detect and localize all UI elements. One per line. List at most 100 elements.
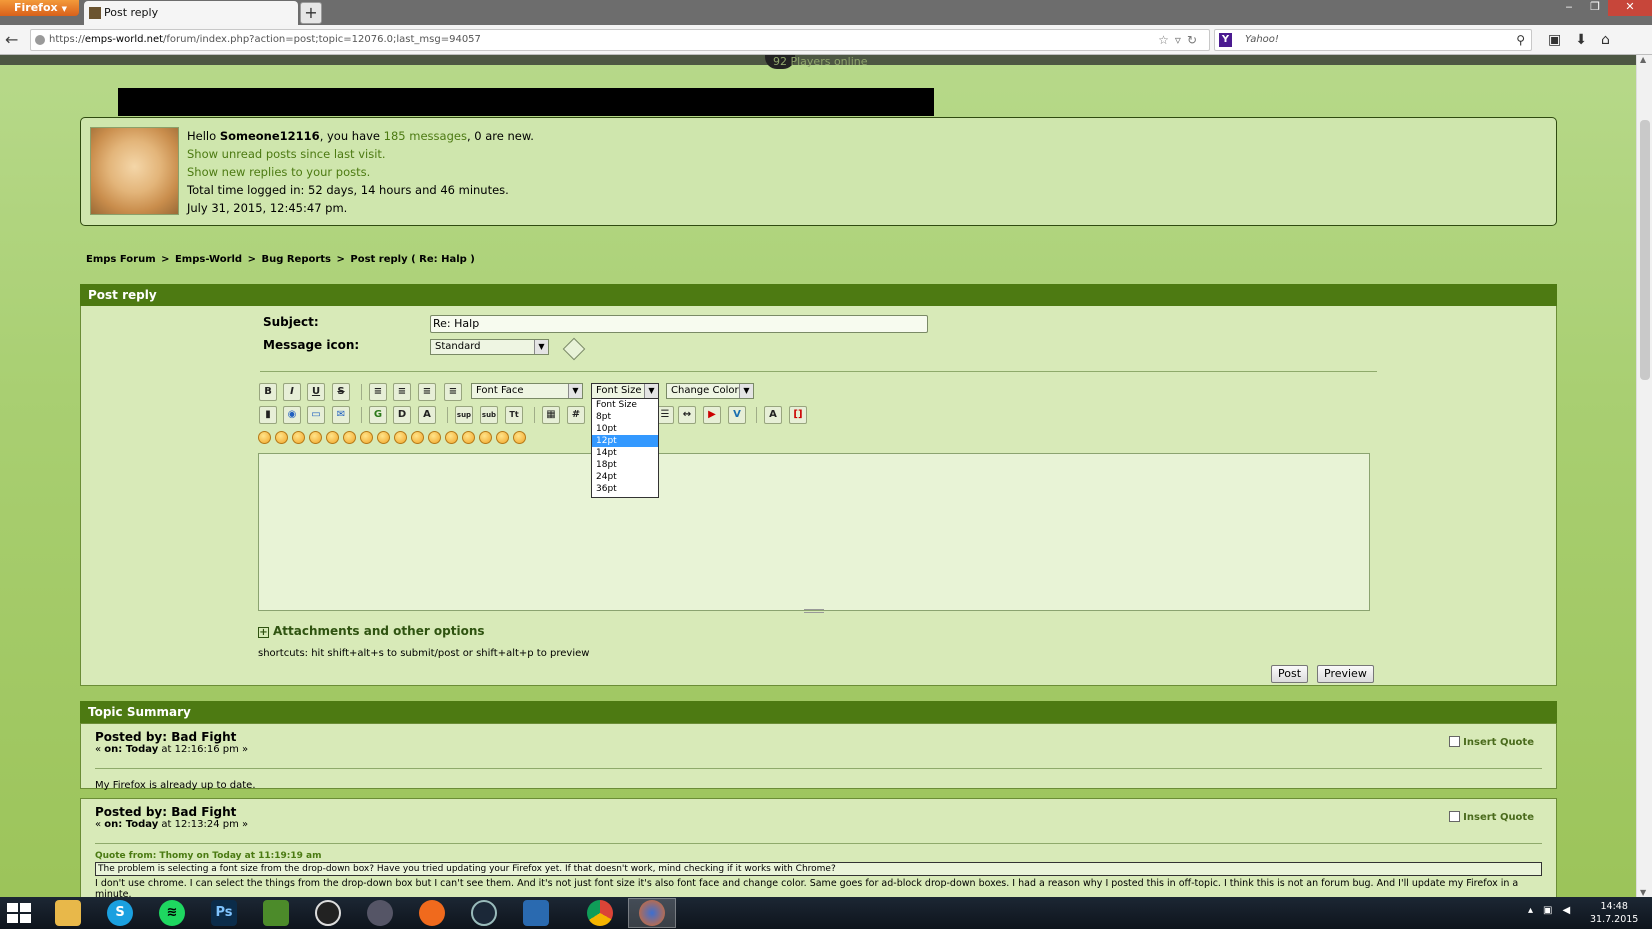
insert-quote-button[interactable]: Insert Quote (1449, 736, 1534, 748)
restore-icon[interactable]: ❐ (1582, 0, 1608, 16)
network-icon[interactable]: ▣ (1543, 905, 1562, 916)
tab-post-reply[interactable]: Post reply (84, 1, 298, 25)
yahoo-icon[interactable]: Y (1219, 33, 1232, 47)
close-icon[interactable]: ✕ (1608, 0, 1652, 16)
font-size-option-highlighted[interactable]: 12pt (592, 435, 658, 447)
message-icon-select[interactable]: Standard ▼ (430, 339, 549, 355)
history-dropdown-icon[interactable]: ▿ (1175, 33, 1187, 47)
new-tab-button[interactable]: + (300, 2, 322, 24)
glow-icon[interactable]: G (369, 406, 387, 424)
minecraft-icon[interactable] (252, 898, 300, 928)
smiley-icon[interactable] (343, 431, 356, 444)
font-size-option[interactable]: 10pt (592, 423, 658, 435)
smiley-icon[interactable] (394, 431, 407, 444)
font-size-option[interactable]: 36pt (592, 483, 658, 495)
font-size-option[interactable]: Font Size (592, 399, 658, 411)
skype-icon[interactable]: S (96, 898, 144, 928)
photoshop-icon[interactable]: Ps (200, 898, 248, 928)
url-bar[interactable]: https://emps-world.net/forum/index.php?a… (30, 29, 1210, 51)
search-icon[interactable]: ⚲ (1516, 30, 1525, 50)
font-size-select[interactable]: Font Size ▼ (591, 383, 659, 399)
shadow-icon[interactable]: D (393, 406, 411, 424)
search-bar[interactable]: Y Yahoo! ⚲ (1214, 29, 1532, 51)
bold-button[interactable]: B (259, 383, 277, 401)
youtube-icon[interactable]: ▶ (703, 406, 721, 424)
screenshot-icon[interactable]: ▣ (1548, 32, 1575, 48)
spotify-icon[interactable]: ≋ (148, 898, 196, 928)
flash-icon[interactable]: ▮ (259, 406, 277, 424)
font-size-option[interactable]: 18pt (592, 459, 658, 471)
align-center-icon[interactable]: ≡ (418, 383, 436, 401)
insert-image-icon[interactable]: ◉ (283, 406, 301, 424)
table-icon[interactable]: ▦ (542, 406, 560, 424)
editor-icon[interactable] (512, 898, 560, 928)
file-explorer-icon[interactable] (44, 898, 92, 928)
breadcrumb-emps-forum[interactable]: Emps Forum (86, 254, 156, 265)
unread-posts-link[interactable]: Show unread posts since last visit. (187, 147, 386, 161)
smiley-icon[interactable] (428, 431, 441, 444)
bookmark-star-icon[interactable]: ☆ (1158, 33, 1175, 47)
marquee-icon[interactable]: A (418, 406, 436, 424)
insert-link-icon[interactable]: ▭ (307, 406, 325, 424)
smiley-icon[interactable] (258, 431, 271, 444)
subscript-button[interactable]: sub (480, 406, 498, 424)
insert-quote-button[interactable]: Insert Quote (1449, 811, 1534, 823)
reload-icon[interactable]: ↻ (1187, 33, 1203, 47)
font-face-select[interactable]: Font Face ▼ (471, 383, 583, 399)
origin-icon[interactable] (408, 898, 456, 928)
windows-start-icon[interactable] (6, 902, 32, 924)
vertical-scrollbar[interactable]: ▲ ▼ (1636, 55, 1652, 897)
messages-link[interactable]: 185 messages (384, 129, 467, 143)
resize-handle[interactable] (804, 609, 824, 613)
breadcrumb-post-reply[interactable]: Post reply ( Re: Halp ) (350, 254, 474, 265)
scrollbar-thumb[interactable] (1640, 120, 1650, 380)
smiley-icon[interactable] (445, 431, 458, 444)
font-size-option[interactable]: 8pt (592, 411, 658, 423)
underline-button[interactable]: U (307, 383, 325, 401)
site-identity-icon[interactable] (35, 35, 45, 45)
tray-expand-icon[interactable]: ▴ (1528, 905, 1543, 916)
smiley-icon[interactable] (292, 431, 305, 444)
back-arrow-icon[interactable]: ← (5, 30, 25, 50)
chrome-icon[interactable] (576, 898, 624, 928)
change-color-select[interactable]: Change Color ▼ (666, 383, 754, 399)
superscript-button[interactable]: sup (455, 406, 473, 424)
align-left-icon[interactable]: ≡ (393, 383, 411, 401)
obs-icon[interactable] (304, 898, 352, 928)
breadcrumb-emps-world[interactable]: Emps-World (175, 254, 242, 265)
home-icon[interactable]: ⌂ (1601, 32, 1624, 48)
smiley-icon[interactable] (513, 431, 526, 444)
vimeo-icon[interactable]: V (728, 406, 746, 424)
preview-button[interactable]: Preview (1317, 665, 1374, 683)
message-textarea[interactable] (258, 453, 1370, 611)
breadcrumb-bug-reports[interactable]: Bug Reports (261, 254, 331, 265)
scroll-up-icon[interactable]: ▲ (1640, 55, 1646, 64)
attachments-toggle[interactable]: + Attachments and other options (258, 624, 485, 638)
teletype-button[interactable]: Tt (505, 406, 523, 424)
firefox-menu-button[interactable]: Firefox ▼ (0, 0, 79, 16)
smiley-icon[interactable] (275, 431, 288, 444)
smiley-icon[interactable] (309, 431, 322, 444)
minimize-icon[interactable]: ‒ (1556, 0, 1582, 16)
steam-icon[interactable] (460, 898, 508, 928)
toggle-view-icon[interactable]: [] (789, 406, 807, 424)
scroll-down-icon[interactable]: ▼ (1640, 888, 1646, 897)
insert-email-icon[interactable]: ✉ (332, 406, 350, 424)
smiley-icon[interactable] (496, 431, 509, 444)
font-size-option[interactable]: 14pt (592, 447, 658, 459)
new-replies-link[interactable]: Show new replies to your posts. (187, 165, 370, 179)
font-size-option[interactable]: 24pt (592, 471, 658, 483)
smiley-icon[interactable] (377, 431, 390, 444)
smiley-icon[interactable] (326, 431, 339, 444)
remove-format-icon[interactable]: A (764, 406, 782, 424)
align-right-icon[interactable]: ≡ (444, 383, 462, 401)
smiley-icon[interactable] (360, 431, 373, 444)
mumble-icon[interactable] (356, 898, 404, 928)
strikethrough-button[interactable]: S (332, 383, 350, 401)
smiley-icon[interactable] (411, 431, 424, 444)
firefox-taskbar-icon[interactable] (628, 898, 676, 928)
volume-icon[interactable]: ◀ (1562, 905, 1580, 916)
italic-button[interactable]: I (283, 383, 301, 401)
smiley-icon[interactable] (462, 431, 475, 444)
subject-input[interactable]: Re: Halp (430, 315, 928, 333)
